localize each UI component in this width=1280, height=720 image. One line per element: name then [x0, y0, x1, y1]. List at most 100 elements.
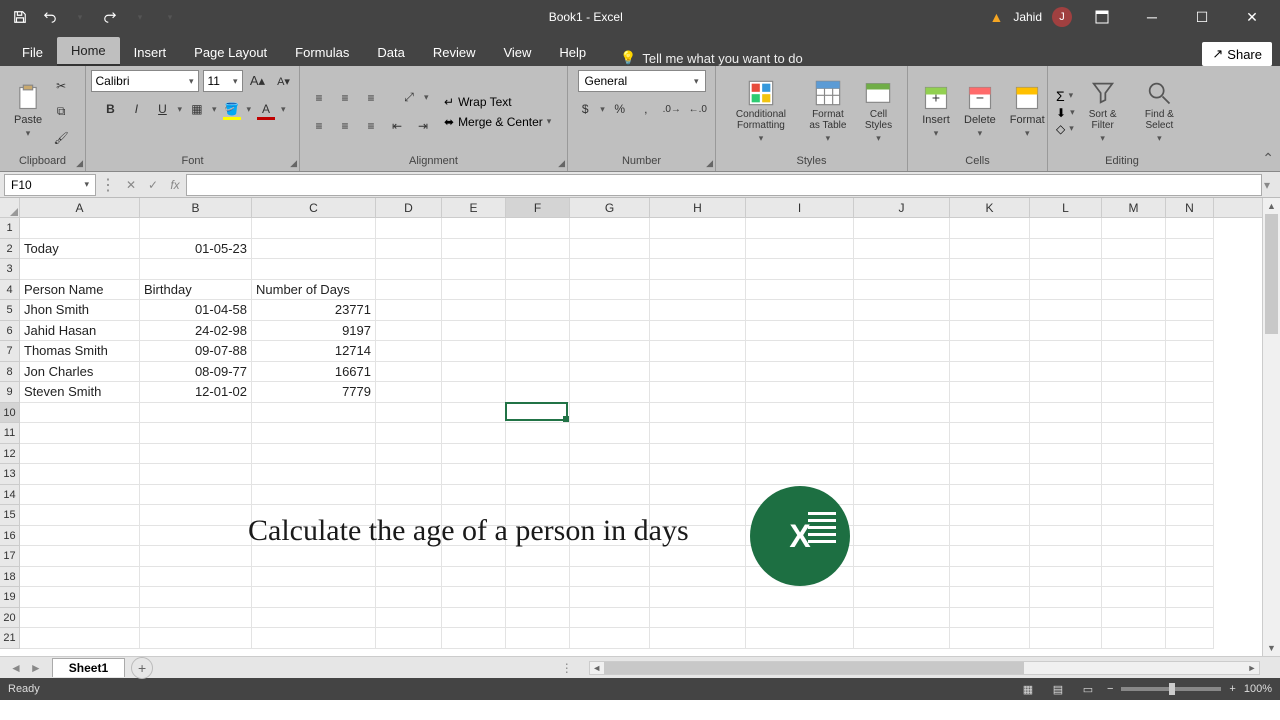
- cell-G19[interactable]: [570, 587, 650, 608]
- tab-view[interactable]: View: [489, 39, 545, 66]
- page-layout-view-icon[interactable]: ▤: [1047, 680, 1069, 698]
- collapse-ribbon-icon[interactable]: ⌃: [1262, 150, 1274, 167]
- cell-A18[interactable]: [20, 567, 140, 588]
- cell-B19[interactable]: [140, 587, 252, 608]
- cell-E13[interactable]: [442, 464, 506, 485]
- row-header-16[interactable]: 16: [0, 526, 19, 547]
- cell-I12[interactable]: [746, 444, 854, 465]
- cell-L3[interactable]: [1030, 259, 1102, 280]
- cell-I5[interactable]: [746, 300, 854, 321]
- cell-J10[interactable]: [854, 403, 950, 424]
- row-header-14[interactable]: 14: [0, 485, 19, 506]
- cell-M12[interactable]: [1102, 444, 1166, 465]
- cell-C3[interactable]: [252, 259, 376, 280]
- clipboard-launcher-icon[interactable]: ◢: [76, 158, 83, 169]
- cell-G5[interactable]: [570, 300, 650, 321]
- cell-L9[interactable]: [1030, 382, 1102, 403]
- cell-L21[interactable]: [1030, 628, 1102, 649]
- redo-dropdown-icon[interactable]: ▾: [128, 5, 152, 29]
- cell-N15[interactable]: [1166, 505, 1214, 526]
- cell-M1[interactable]: [1102, 218, 1166, 239]
- row-header-2[interactable]: 2: [0, 239, 19, 260]
- cell-K1[interactable]: [950, 218, 1030, 239]
- cell-H8[interactable]: [650, 362, 746, 383]
- cell-C20[interactable]: [252, 608, 376, 629]
- delete-cells-button[interactable]: −Delete▾: [958, 82, 1002, 141]
- cell-M16[interactable]: [1102, 526, 1166, 547]
- zoom-slider[interactable]: [1121, 687, 1221, 691]
- cell-A7[interactable]: Thomas Smith: [20, 341, 140, 362]
- cell-F4[interactable]: [506, 280, 570, 301]
- cell-G8[interactable]: [570, 362, 650, 383]
- undo-dropdown-icon[interactable]: ▾: [68, 5, 92, 29]
- borders-button[interactable]: ▦: [186, 98, 208, 120]
- cell-E11[interactable]: [442, 423, 506, 444]
- row-header-20[interactable]: 20: [0, 608, 19, 629]
- number-format-select[interactable]: General▾: [578, 70, 706, 92]
- decrease-indent-icon[interactable]: ⇤: [386, 115, 408, 137]
- cell-N3[interactable]: [1166, 259, 1214, 280]
- cell-J12[interactable]: [854, 444, 950, 465]
- cell-B15[interactable]: [140, 505, 252, 526]
- column-header-M[interactable]: M: [1102, 198, 1166, 217]
- cell-J19[interactable]: [854, 587, 950, 608]
- cell-K11[interactable]: [950, 423, 1030, 444]
- cell-A11[interactable]: [20, 423, 140, 444]
- tab-formulas[interactable]: Formulas: [281, 39, 363, 66]
- cell-L2[interactable]: [1030, 239, 1102, 260]
- row-header-9[interactable]: 9: [0, 382, 19, 403]
- cell-J20[interactable]: [854, 608, 950, 629]
- cell-E14[interactable]: [442, 485, 506, 506]
- cell-M18[interactable]: [1102, 567, 1166, 588]
- save-icon[interactable]: [8, 5, 32, 29]
- sort-filter-button[interactable]: Sort & Filter▾: [1077, 77, 1129, 146]
- cell-H13[interactable]: [650, 464, 746, 485]
- cell-H11[interactable]: [650, 423, 746, 444]
- cell-E19[interactable]: [442, 587, 506, 608]
- cell-G11[interactable]: [570, 423, 650, 444]
- row-header-17[interactable]: 17: [0, 546, 19, 567]
- cell-N21[interactable]: [1166, 628, 1214, 649]
- cell-B5[interactable]: 01-04-58: [140, 300, 252, 321]
- cell-H21[interactable]: [650, 628, 746, 649]
- cell-F9[interactable]: [506, 382, 570, 403]
- cell-D10[interactable]: [376, 403, 442, 424]
- format-as-table-button[interactable]: Format as Table▾: [800, 77, 856, 146]
- cell-G18[interactable]: [570, 567, 650, 588]
- cell-A21[interactable]: [20, 628, 140, 649]
- column-header-B[interactable]: B: [140, 198, 252, 217]
- cell-E4[interactable]: [442, 280, 506, 301]
- cell-C10[interactable]: [252, 403, 376, 424]
- column-header-I[interactable]: I: [746, 198, 854, 217]
- increase-font-icon[interactable]: A▴: [247, 70, 269, 92]
- tab-file[interactable]: File: [8, 39, 57, 66]
- share-button[interactable]: ↗ Share: [1202, 42, 1272, 66]
- tab-data[interactable]: Data: [363, 39, 418, 66]
- cell-M7[interactable]: [1102, 341, 1166, 362]
- cell-J18[interactable]: [854, 567, 950, 588]
- cell-C21[interactable]: [252, 628, 376, 649]
- cell-J8[interactable]: [854, 362, 950, 383]
- cell-L16[interactable]: [1030, 526, 1102, 547]
- cell-J14[interactable]: [854, 485, 950, 506]
- cell-E7[interactable]: [442, 341, 506, 362]
- cell-C4[interactable]: Number of Days: [252, 280, 376, 301]
- cell-M19[interactable]: [1102, 587, 1166, 608]
- cell-M15[interactable]: [1102, 505, 1166, 526]
- cell-M10[interactable]: [1102, 403, 1166, 424]
- cell-H9[interactable]: [650, 382, 746, 403]
- cell-B17[interactable]: [140, 546, 252, 567]
- select-all-corner[interactable]: [0, 198, 20, 218]
- cell-F5[interactable]: [506, 300, 570, 321]
- cell-F20[interactable]: [506, 608, 570, 629]
- cell-D12[interactable]: [376, 444, 442, 465]
- cell-L6[interactable]: [1030, 321, 1102, 342]
- cell-H1[interactable]: [650, 218, 746, 239]
- cell-N12[interactable]: [1166, 444, 1214, 465]
- minimize-icon[interactable]: ─: [1132, 2, 1172, 32]
- column-header-G[interactable]: G: [570, 198, 650, 217]
- cell-M14[interactable]: [1102, 485, 1166, 506]
- cell-D21[interactable]: [376, 628, 442, 649]
- cell-C9[interactable]: 7779: [252, 382, 376, 403]
- cell-L1[interactable]: [1030, 218, 1102, 239]
